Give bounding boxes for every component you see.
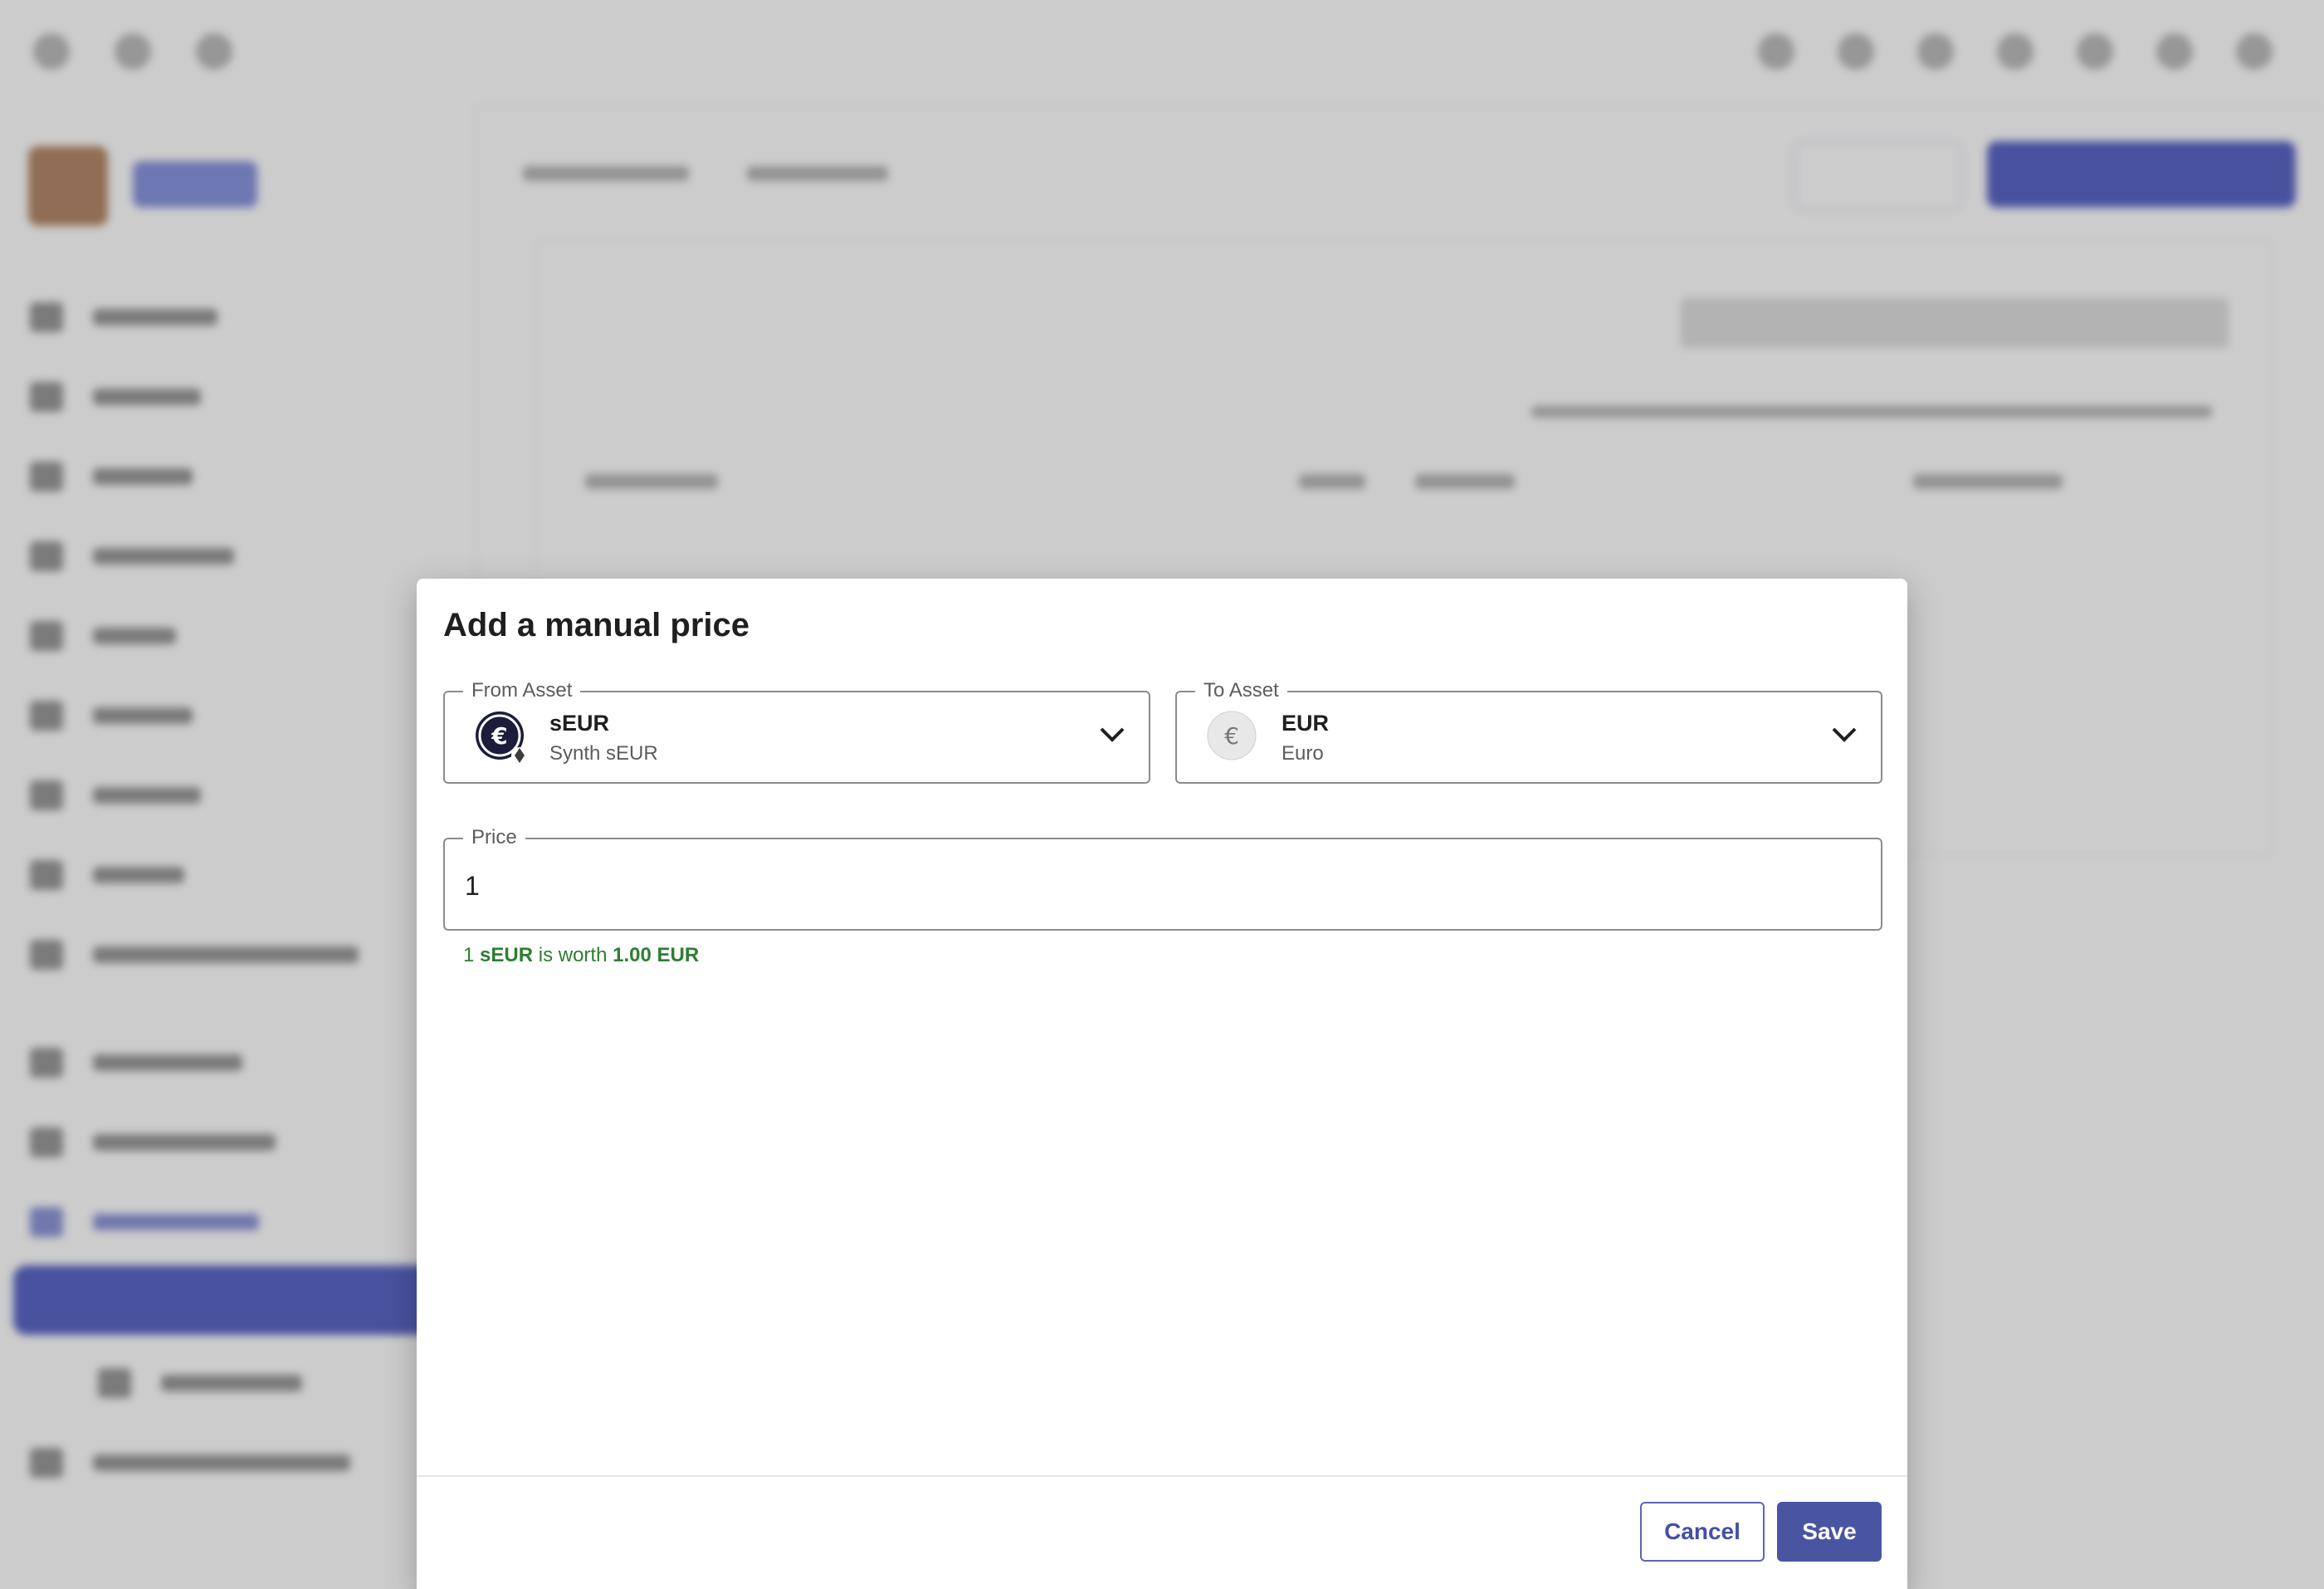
from-asset-label: From Asset: [463, 678, 581, 703]
to-asset-symbol: EUR: [1282, 711, 1330, 736]
cancel-button[interactable]: Cancel: [1640, 1502, 1765, 1562]
save-button[interactable]: Save: [1777, 1502, 1882, 1562]
price-input[interactable]: Price 1: [443, 825, 1882, 931]
to-asset-label: To Asset: [1195, 678, 1287, 703]
chevron-down-icon[interactable]: [1097, 722, 1127, 746]
hint-text: is worth: [538, 944, 608, 966]
to-asset-select[interactable]: To Asset € EUR Euro: [1175, 678, 1882, 784]
from-asset-symbol: sEUR: [549, 711, 610, 736]
hint-amount: 1: [463, 944, 475, 966]
hint-from-symbol: sEUR: [480, 944, 534, 966]
chevron-down-icon[interactable]: [1829, 722, 1859, 746]
from-asset-name: Synth sEUR: [549, 742, 658, 765]
seur-coin-icon: €: [475, 711, 528, 764]
to-asset-name: Euro: [1282, 742, 1324, 765]
from-asset-select[interactable]: From Asset € sEUR Synth sEUR: [443, 678, 1150, 784]
price-label: Price: [463, 825, 525, 850]
add-manual-price-dialog: Add a manual price From Asset € sEUR Syn…: [417, 579, 1907, 1589]
price-value[interactable]: 1: [465, 871, 480, 902]
svg-text:€: €: [491, 722, 507, 750]
dialog-divider: [417, 1475, 1907, 1477]
conversion-hint: 1 sEUR is worth 1.00 EUR: [463, 944, 699, 967]
hint-converted-value: 1.00 EUR: [613, 944, 700, 966]
euro-icon: €: [1207, 711, 1257, 760]
svg-text:€: €: [1224, 722, 1239, 750]
dialog-title: Add a manual price: [443, 607, 749, 643]
